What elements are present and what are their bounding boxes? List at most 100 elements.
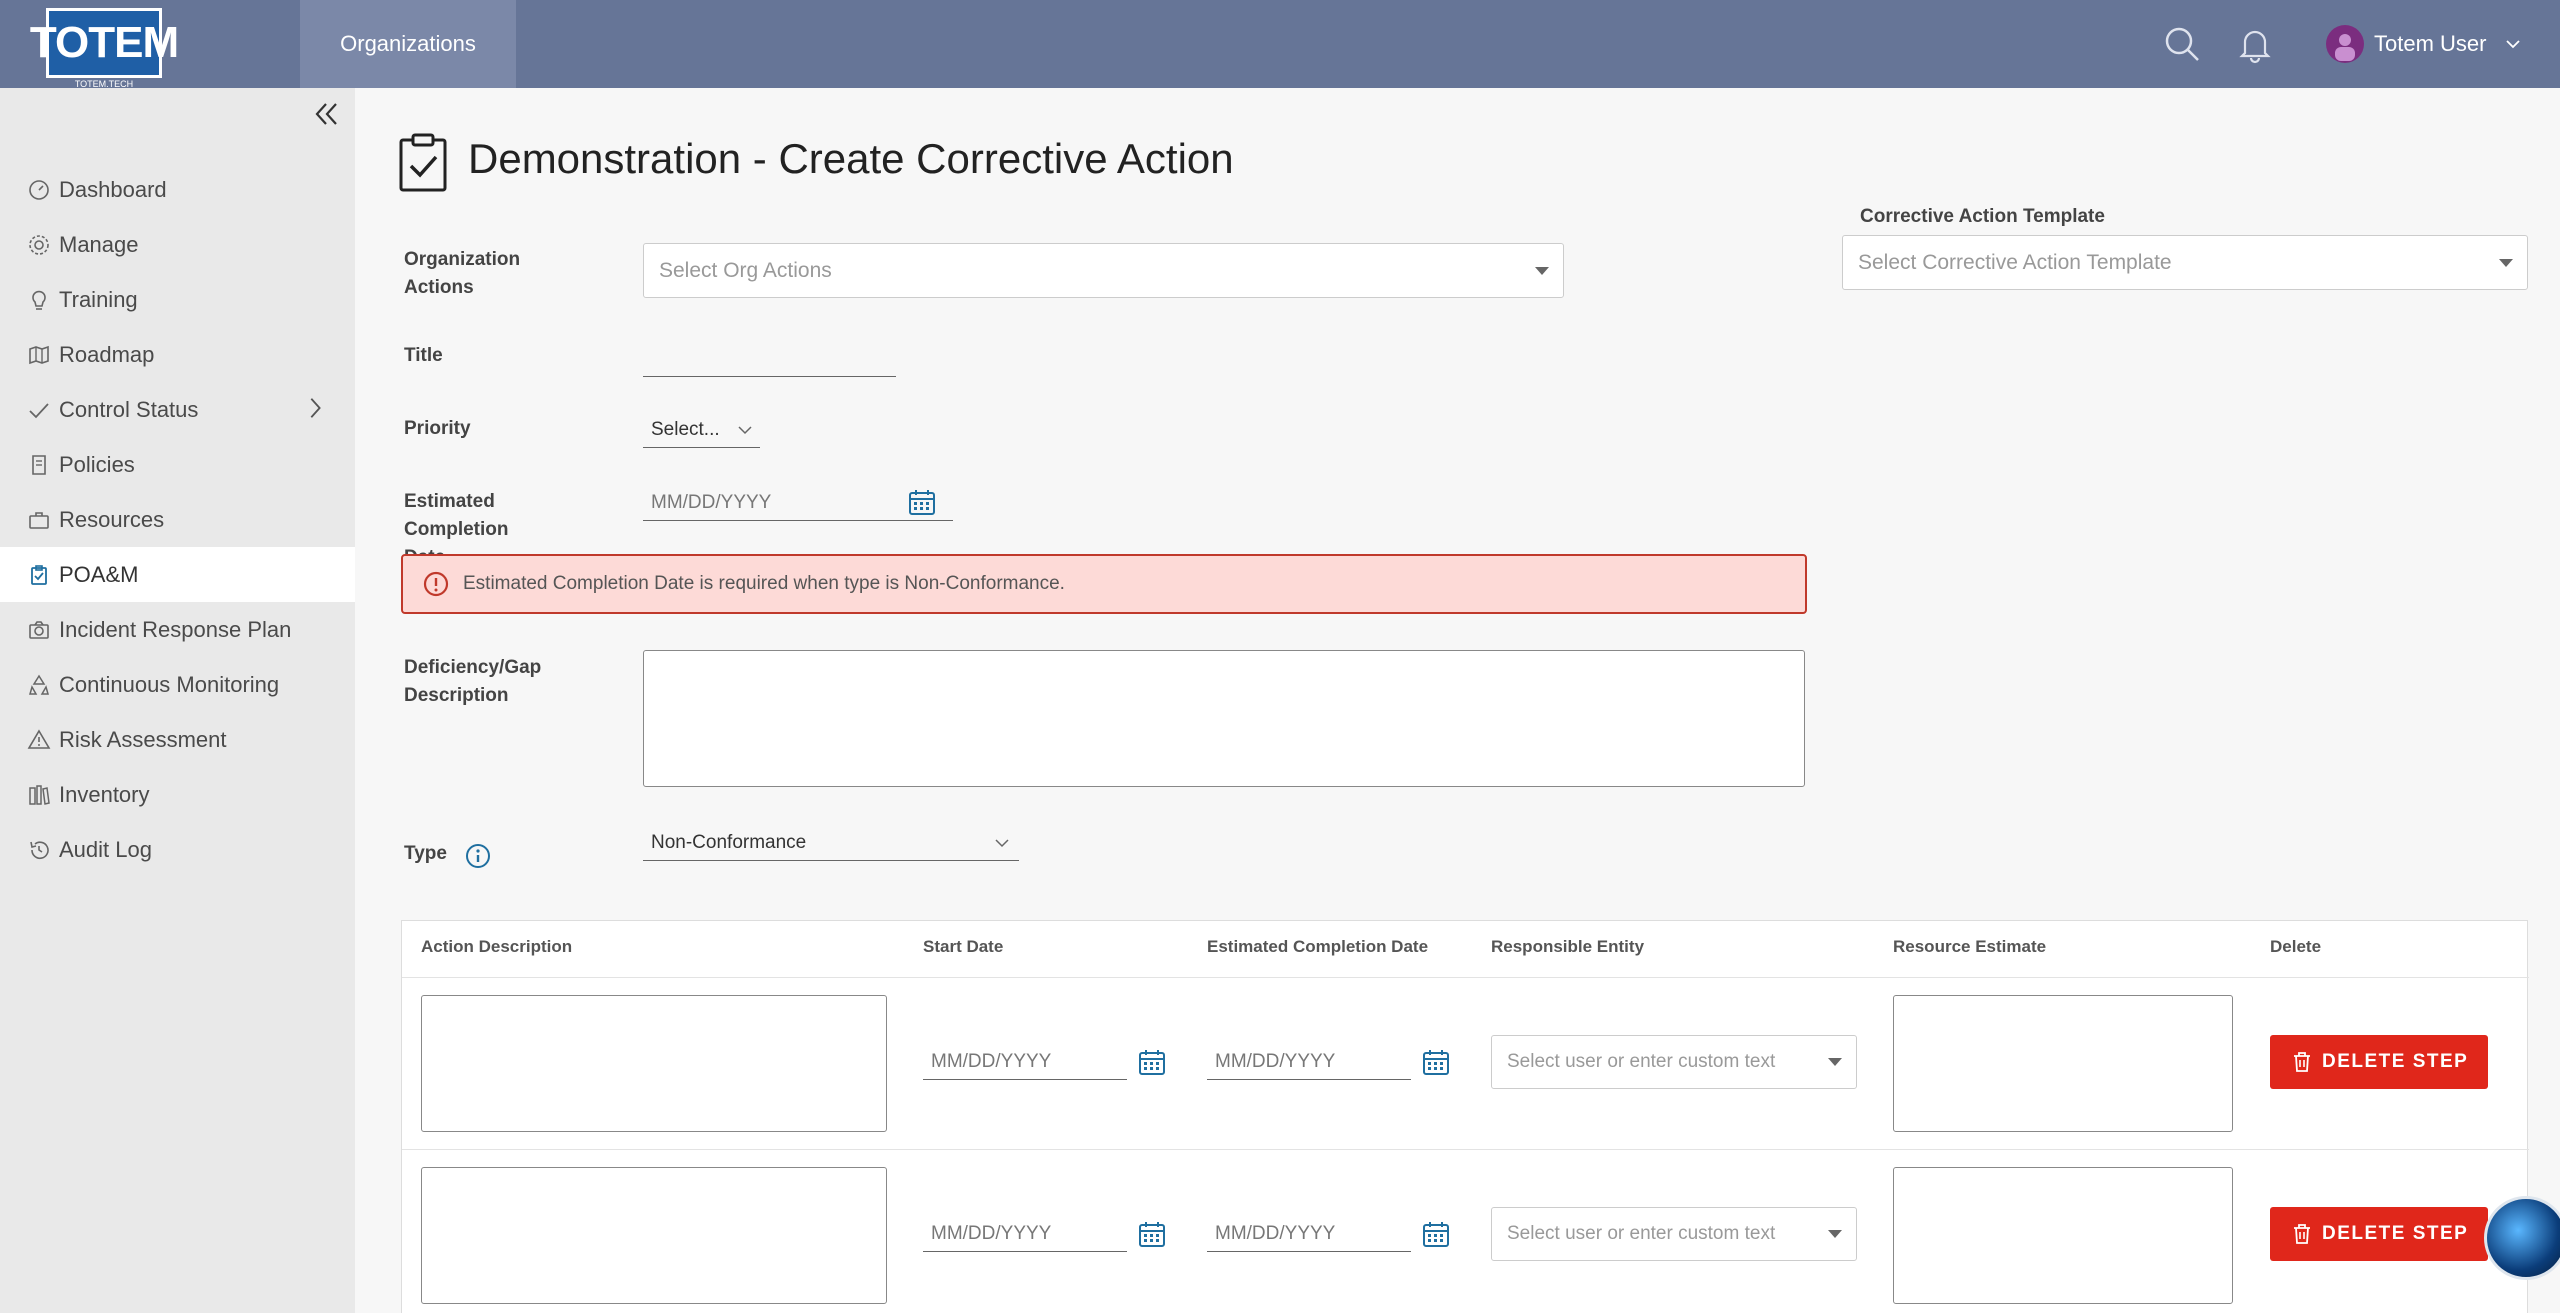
nav-tab-organizations[interactable]: Organizations xyxy=(300,0,516,88)
lightbulb-icon xyxy=(32,290,46,310)
avatar xyxy=(2326,25,2364,63)
sidebar-item-inventory[interactable]: Inventory xyxy=(0,767,355,822)
ecd-input[interactable]: MM/DD/YYYY xyxy=(643,485,953,521)
sidebar-item-continuous-monitoring[interactable]: Continuous Monitoring xyxy=(0,657,355,712)
start-date-input[interactable]: MM/DD/YYYY xyxy=(923,1044,1127,1080)
entity-placeholder: Select user or enter custom text xyxy=(1507,1051,1776,1072)
ecd-step-input[interactable]: MM/DD/YYYY xyxy=(1207,1044,1411,1080)
responsible-entity-select[interactable]: Select user or enter custom text xyxy=(1491,1207,1857,1261)
warning-icon xyxy=(27,728,51,749)
trash-icon xyxy=(2294,1224,2310,1244)
sidebar-item-audit-log[interactable]: Audit Log xyxy=(0,822,355,877)
calendar-icon[interactable] xyxy=(1138,1048,1166,1076)
column-header: Estimated Completion Date xyxy=(1207,937,1429,956)
calendar-icon[interactable] xyxy=(1138,1220,1166,1248)
camera-icon xyxy=(29,620,49,639)
error-alert: Estimated Completion Date is required wh… xyxy=(401,554,1807,614)
resource-estimate-textarea[interactable] xyxy=(1893,1167,2233,1304)
caret-down-icon xyxy=(1828,1230,1842,1238)
caret-down-icon xyxy=(1828,1058,1842,1066)
template-select[interactable]: Select Corrective Action Template xyxy=(1842,235,2528,290)
ecd-placeholder: MM/DD/YYYY xyxy=(651,491,772,513)
calendar-icon[interactable] xyxy=(908,488,936,516)
org-actions-label: Organization Actions xyxy=(404,249,521,298)
sidebar-item-label: Continuous Monitoring xyxy=(59,671,280,697)
sidebar-item-training[interactable]: Training xyxy=(0,272,355,327)
recycle-icon xyxy=(29,674,49,695)
column-header: Resource Estimate xyxy=(1893,937,2047,956)
caret-down-icon xyxy=(1535,266,1549,275)
sidebar-item-roadmap[interactable]: Roadmap xyxy=(0,327,355,382)
column-header: Delete xyxy=(2270,937,2322,956)
sidebar-item-risk-assessment[interactable]: Risk Assessment xyxy=(0,712,355,767)
sidebar-item-label: Manage xyxy=(59,231,139,257)
caret-down-icon xyxy=(2499,258,2513,267)
responsible-entity-select[interactable]: Select user or enter custom text xyxy=(1491,1035,1857,1089)
sidebar-item-resources[interactable]: Resources xyxy=(0,492,355,547)
calendar-icon[interactable] xyxy=(1422,1220,1450,1248)
clipboard-check-icon xyxy=(31,564,47,585)
deficiency-textarea[interactable] xyxy=(643,650,1805,787)
totem-logo[interactable]: TOTEM TOTEM.TECH xyxy=(30,8,179,89)
calendar-icon[interactable] xyxy=(1422,1048,1450,1076)
sidebar-item-poam[interactable]: POA&M xyxy=(0,547,355,602)
history-icon xyxy=(30,840,49,859)
resource-estimate-textarea[interactable] xyxy=(1893,995,2233,1132)
search-icon[interactable] xyxy=(2162,24,2202,64)
priority-label: Priority xyxy=(404,418,471,439)
type-value: Non-Conformance xyxy=(651,831,807,853)
delete-step-label: DELETE STEP xyxy=(2322,1051,2469,1072)
error-circle-icon xyxy=(423,571,449,597)
date-placeholder: MM/DD/YYYY xyxy=(1215,1050,1336,1072)
type-label: Type xyxy=(404,843,447,864)
start-date-input[interactable]: MM/DD/YYYY xyxy=(923,1216,1127,1252)
sidebar-item-label: Risk Assessment xyxy=(59,726,227,752)
row-divider xyxy=(402,1149,2529,1150)
priority-select[interactable]: Select... xyxy=(643,412,760,448)
bell-icon[interactable] xyxy=(2235,24,2275,64)
sidebar-item-policies[interactable]: Policies xyxy=(0,437,355,492)
sidebar-item-dashboard[interactable]: Dashboard xyxy=(0,162,355,217)
sidebar-item-label: Dashboard xyxy=(59,176,167,202)
chevron-down-icon xyxy=(2506,40,2521,49)
org-actions-select[interactable]: Select Org Actions xyxy=(643,243,1564,298)
delete-step-button[interactable]: DELETE STEP xyxy=(2270,1207,2488,1261)
date-placeholder: MM/DD/YYYY xyxy=(931,1050,1052,1072)
column-header: Responsible Entity xyxy=(1491,937,1645,956)
gear-icon xyxy=(29,234,49,255)
sidebar-item-label: Audit Log xyxy=(59,836,152,862)
sidebar-item-manage[interactable]: Manage xyxy=(0,217,355,272)
deficiency-label: Deficiency/Gap Description xyxy=(404,657,542,706)
check-icon xyxy=(29,402,49,418)
delete-step-button[interactable]: DELETE STEP xyxy=(2270,1035,2488,1089)
clipboard-check-icon xyxy=(399,133,447,192)
type-select[interactable]: Non-Conformance xyxy=(643,825,1019,861)
inventory-icon xyxy=(29,784,50,805)
sidebar-item-incident-response-plan[interactable]: Incident Response Plan xyxy=(0,602,355,657)
action-description-textarea[interactable] xyxy=(421,1167,887,1304)
chat-widget-button[interactable] xyxy=(2484,1196,2560,1280)
chevron-down-icon xyxy=(738,426,752,435)
sidebar-item-control-status[interactable]: Control Status xyxy=(0,382,355,437)
collapse-sidebar-icon[interactable] xyxy=(310,98,342,130)
top-header: TOTEM TOTEM.TECH Organizations Totem Use… xyxy=(0,0,2560,89)
sidebar-item-label: Policies xyxy=(59,451,135,477)
user-menu[interactable]: Totem User xyxy=(2326,24,2521,64)
user-name: Totem User xyxy=(2374,31,2487,56)
action-description-textarea[interactable] xyxy=(421,995,887,1132)
entity-placeholder: Select user or enter custom text xyxy=(1507,1223,1776,1244)
info-icon[interactable] xyxy=(465,843,491,869)
sidebar: Dashboard Manage Training Roadmap Contro… xyxy=(0,88,355,1313)
sidebar-item-label: Inventory xyxy=(59,781,150,807)
sidebar-item-label: Training xyxy=(59,286,138,312)
error-message: Estimated Completion Date is required wh… xyxy=(463,573,1065,594)
title-input[interactable] xyxy=(643,335,896,377)
priority-value: Select... xyxy=(651,418,720,440)
gauge-icon xyxy=(29,179,49,200)
ecd-step-input[interactable]: MM/DD/YYYY xyxy=(1207,1216,1411,1252)
page-title: Demonstration - Create Corrective Action xyxy=(468,135,1234,182)
date-placeholder: MM/DD/YYYY xyxy=(1215,1222,1336,1244)
delete-step-label: DELETE STEP xyxy=(2322,1223,2469,1244)
sidebar-item-label: Roadmap xyxy=(59,341,155,367)
briefcase-icon xyxy=(29,511,49,529)
